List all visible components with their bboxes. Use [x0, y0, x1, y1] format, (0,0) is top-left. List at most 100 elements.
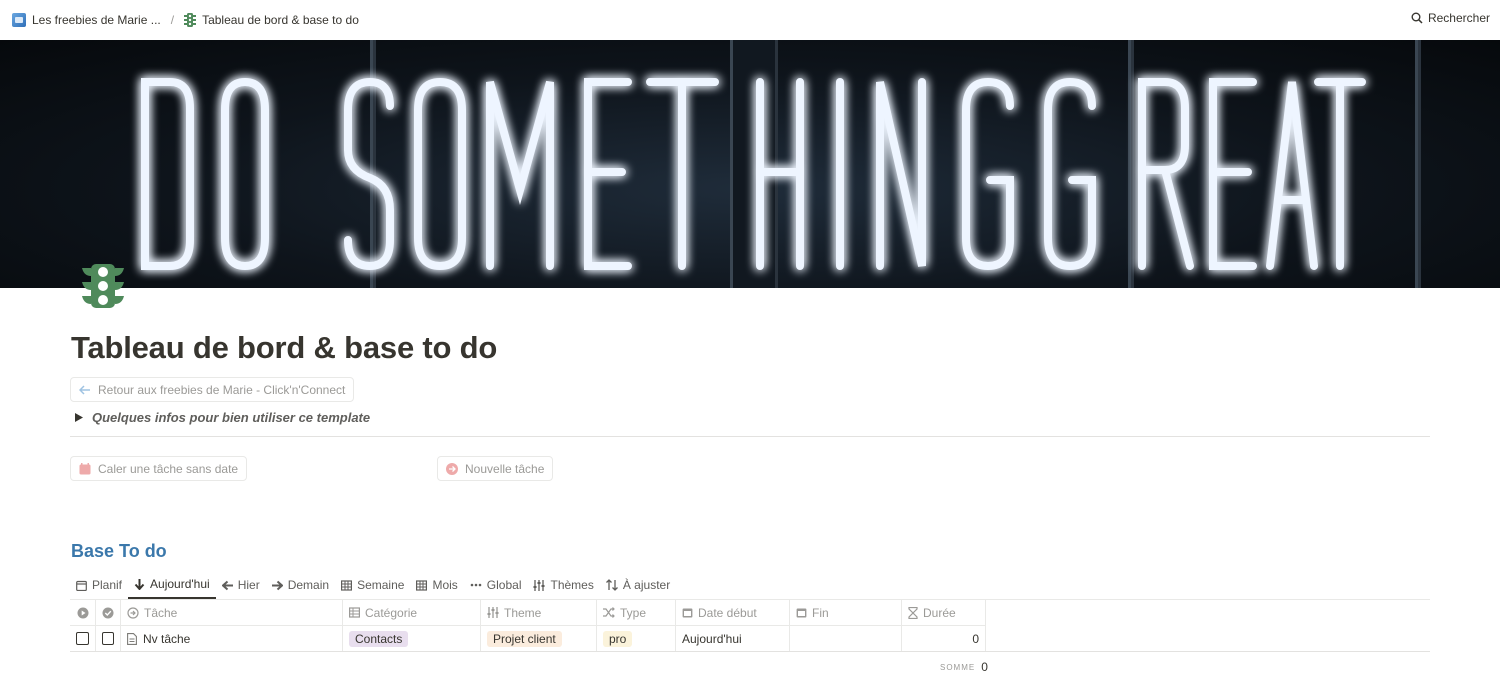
theme-tag: Projet client: [487, 630, 562, 647]
check-circle-icon: [102, 607, 114, 618]
view-tab-demain[interactable]: Demain: [266, 571, 335, 599]
table-icon: [341, 579, 353, 591]
table-icon: [349, 607, 360, 618]
search-icon: [1411, 12, 1423, 24]
view-tab-label: Thèmes: [550, 578, 594, 592]
checkbox-icon: [76, 632, 89, 645]
row-duration-cell[interactable]: 0: [902, 626, 986, 651]
page-title[interactable]: Tableau de bord & base to do: [71, 330, 497, 366]
breadcrumb-separator: /: [170, 13, 175, 27]
column-header-label: Tâche: [144, 605, 178, 620]
view-tab-label: Mois: [432, 578, 458, 592]
view-tab-global[interactable]: Global: [464, 571, 528, 599]
column-header-play[interactable]: [70, 600, 96, 625]
search-button[interactable]: Rechercher: [1411, 11, 1490, 25]
column-header-type[interactable]: Type: [597, 600, 676, 625]
row-end-date-cell[interactable]: [790, 626, 902, 651]
new-task-button[interactable]: Nouvelle tâche: [437, 456, 554, 481]
view-tab-semaine[interactable]: Semaine: [335, 571, 410, 599]
table-bottom-line: [70, 651, 1430, 652]
breadcrumb-page-label: Tableau de bord & base to do: [202, 13, 359, 27]
summary-value: 0: [981, 660, 988, 674]
arrow-right-icon: [271, 580, 283, 590]
back-to-freebies-button[interactable]: Retour aux freebies de Marie - Click'n'C…: [70, 377, 355, 402]
view-tab-label: Hier: [237, 578, 260, 592]
view-tab-aujourdhui[interactable]: Aujourd'hui: [128, 571, 216, 599]
calendar-icon: [79, 462, 91, 474]
row-done-checkbox[interactable]: [96, 626, 121, 651]
search-label: Rechercher: [1427, 11, 1490, 25]
view-tab-label: Aujourd'hui: [150, 577, 210, 591]
breadcrumb-workspace-label: Les freebies de Marie ...: [32, 13, 161, 27]
row-type-cell[interactable]: pro: [597, 626, 676, 651]
workspace-image-icon: [12, 13, 26, 27]
column-header-label: Fin: [812, 605, 829, 620]
more-icon: [470, 583, 482, 587]
sliders-icon: [487, 607, 499, 618]
view-tab-label: Global: [486, 578, 522, 592]
view-tab-label: Demain: [287, 578, 330, 592]
row-category-cell[interactable]: Contacts: [343, 626, 481, 651]
row-play-checkbox[interactable]: [70, 626, 96, 651]
view-tab-themes[interactable]: Thèmes: [527, 571, 599, 599]
traffic-light-icon: [184, 13, 197, 27]
duration-summary[interactable]: SOMME 0: [940, 660, 988, 674]
column-header-tache[interactable]: Tâche: [121, 600, 343, 625]
info-toggle-label: Quelques infos pour bien utiliser ce tem…: [92, 410, 371, 425]
view-tab-label: Semaine: [357, 578, 405, 592]
view-tab-label: À ajuster: [622, 578, 671, 592]
row-start-date-cell[interactable]: Aujourd'hui: [676, 626, 790, 651]
view-tab-label: Planif: [92, 578, 123, 592]
calendar-icon: [682, 608, 693, 618]
database-title[interactable]: Base To do: [71, 541, 167, 562]
type-tag: pro: [603, 630, 633, 647]
arrow-left-icon: [221, 580, 233, 590]
summary-label: SOMME: [940, 662, 976, 672]
arrow-circle-icon: [446, 462, 458, 475]
view-tab-hier[interactable]: Hier: [216, 571, 266, 599]
row-duration: 0: [972, 631, 979, 646]
breadcrumb-page[interactable]: Tableau de bord & base to do: [180, 11, 363, 29]
arrow-left-icon: [79, 384, 90, 395]
column-header-fin[interactable]: Fin: [790, 600, 902, 625]
row-task-cell[interactable]: Nv tâche: [121, 626, 343, 651]
column-header-label: Durée: [923, 605, 956, 620]
triangle-right-icon: [75, 413, 83, 422]
category-tag: Contacts: [349, 630, 409, 647]
view-tab-mois[interactable]: Mois: [410, 571, 463, 599]
column-header-theme[interactable]: Theme: [481, 600, 597, 625]
arrow-circle-icon: [127, 606, 139, 619]
column-header-label: Type: [620, 605, 647, 620]
calendar-icon: [76, 580, 87, 591]
column-header-categorie[interactable]: Catégorie: [343, 600, 481, 625]
table-row[interactable]: Nv tâche Contacts Projet client pro Aujo…: [70, 626, 986, 652]
table-icon: [416, 579, 428, 591]
view-tab-a-ajuster[interactable]: À ajuster: [600, 571, 676, 599]
play-circle-icon: [77, 607, 88, 618]
column-header-duree[interactable]: Durée: [902, 600, 986, 625]
shuffle-icon: [603, 607, 615, 618]
view-tabs: Planif Aujourd'hui Hier Demain Semaine M…: [70, 571, 676, 599]
traffic-light-icon[interactable]: [80, 262, 126, 310]
sliders-icon: [533, 579, 545, 591]
page-cover: [0, 40, 1500, 288]
divider: [70, 436, 1430, 437]
schedule-task-button[interactable]: Caler une tâche sans date: [70, 456, 248, 481]
column-header-label: Theme: [504, 605, 542, 620]
row-task-label: Nv tâche: [143, 631, 191, 646]
info-toggle[interactable]: Quelques infos pour bien utiliser ce tem…: [75, 410, 370, 425]
calendar-icon: [796, 608, 807, 618]
back-button-label: Retour aux freebies de Marie - Click'n'C…: [98, 382, 346, 397]
column-header-date-debut[interactable]: Date début: [676, 600, 790, 625]
breadcrumb-workspace[interactable]: Les freebies de Marie ...: [8, 11, 165, 29]
schedule-task-label: Caler une tâche sans date: [98, 461, 239, 476]
column-header-label: Date début: [698, 605, 757, 620]
row-theme-cell[interactable]: Projet client: [481, 626, 597, 651]
sort-icon: [605, 579, 618, 591]
new-task-label: Nouvelle tâche: [465, 461, 545, 476]
page-icon: [127, 632, 137, 645]
column-header-done[interactable]: [96, 600, 121, 625]
neon-sign-image: [141, 77, 1366, 271]
checkbox-icon: [102, 632, 114, 645]
view-tab-planif[interactable]: Planif: [70, 571, 128, 599]
